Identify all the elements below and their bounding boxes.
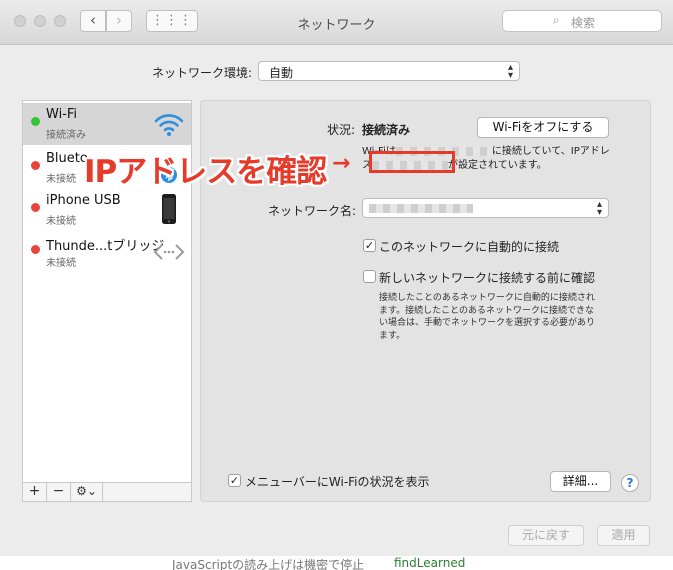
ask-join-checkbox[interactable]: [363, 270, 376, 283]
updown-chevron-icon: ▴ ▾: [596, 199, 602, 218]
apply-button-label: 適用: [611, 528, 636, 542]
service-status: 未接続: [46, 216, 76, 227]
wifi-off-button-label: Wi-Fiをオフにする: [492, 120, 594, 134]
plus-icon: +: [28, 483, 41, 499]
wifi-icon: [154, 114, 184, 136]
network-preferences-window: ‹ › ⋮⋮⋮ ネットワーク ⌕ 検索 ネットワーク環境: 自動 ▴ ▾ Wi-F…: [0, 0, 673, 570]
help-line: ます。接続したことのあるネットワークに接続できな: [379, 305, 595, 316]
auto-join-checkbox[interactable]: ✓: [363, 239, 376, 252]
location-popup[interactable]: 自動 ▴ ▾: [258, 61, 520, 81]
updown-chevron-icon: ▴ ▾: [507, 62, 513, 81]
service-item-iphone-usb[interactable]: iPhone USB 未接続: [23, 189, 191, 231]
service-status: 未接続: [46, 258, 76, 269]
background-text-right: findLearned: [394, 556, 466, 570]
action-menu-button[interactable]: ⚙⌄: [71, 483, 103, 501]
status-dot: [31, 245, 40, 254]
service-name: Wi-Fi: [46, 107, 78, 122]
advanced-button[interactable]: 詳細...: [550, 471, 611, 492]
status-label: 状況:: [327, 123, 356, 137]
apply-button[interactable]: 適用: [597, 525, 650, 546]
service-name: Blueto: [46, 151, 88, 166]
magnifier-icon: ⌕: [553, 13, 560, 27]
gear-icon: ⚙⌄: [76, 484, 97, 498]
advanced-button-label: 詳細...: [562, 474, 599, 488]
desc-line2-post: が設定されています。: [448, 160, 547, 171]
annotation-highlight-box: [369, 151, 455, 173]
status-dot: [31, 161, 40, 170]
annotation-text: IPアドレスを確認: [84, 154, 327, 190]
annotation-arrow: →: [332, 151, 351, 176]
revert-button-label: 元に戻す: [521, 528, 570, 542]
title-bar: ‹ › ⋮⋮⋮ ネットワーク ⌕ 検索: [0, 0, 673, 45]
search-placeholder: 検索: [571, 16, 596, 30]
menubar-status-checkbox[interactable]: ✓: [228, 474, 241, 487]
location-value: 自動: [269, 66, 294, 80]
revert-button[interactable]: 元に戻す: [508, 525, 584, 546]
status-value: 接続済み: [362, 123, 411, 137]
help-line: 接続したことのあるネットワークに自動的に接続され: [379, 293, 595, 303]
auto-join-label: このネットワークに自動的に接続: [379, 240, 560, 254]
add-service-button[interactable]: +: [23, 483, 47, 501]
thunderbolt-bridge-icon: [153, 244, 185, 260]
network-name-label: ネットワーク名:: [268, 204, 357, 218]
status-dot: [31, 203, 40, 212]
search-field[interactable]: ⌕ 検索: [502, 10, 662, 32]
question-mark-icon: ?: [626, 476, 634, 490]
service-item-wifi[interactable]: Wi-Fi 接続済み: [23, 103, 191, 145]
minus-icon: −: [52, 483, 65, 499]
service-status: 接続済み: [46, 130, 86, 141]
wifi-off-button[interactable]: Wi-Fiをオフにする: [477, 117, 609, 138]
background-text-left: JavaScriptの読み上げは機密で停止: [172, 558, 365, 570]
network-name-popup[interactable]: ▴ ▾: [362, 198, 609, 218]
ask-join-label: 新しいネットワークに接続する前に確認: [379, 271, 596, 285]
service-list-toolbar: + − ⚙⌄: [22, 483, 192, 502]
help-button[interactable]: ?: [621, 474, 639, 492]
ask-join-help-text: 接続したことのあるネットワークに自動的に接続され ます。接続したことのあるネット…: [379, 292, 595, 342]
iphone-icon: [162, 194, 176, 224]
location-label: ネットワーク環境:: [152, 66, 253, 80]
redacted-ssid: [369, 204, 473, 213]
help-line: ます。: [379, 330, 406, 341]
help-line: い場合は、手動でネットワークを選択する必要があり: [379, 318, 596, 328]
menubar-status-label: メニューバーにWi-Fiの状況を表示: [245, 475, 430, 489]
service-status: 未接続: [46, 174, 76, 185]
service-item-thunderbolt-bridge[interactable]: Thunde...tブリッジ 未接続: [23, 231, 191, 273]
remove-service-button[interactable]: −: [47, 483, 71, 501]
service-name: iPhone USB: [46, 193, 121, 208]
service-name: Thunde...tブリッジ: [46, 239, 165, 254]
status-dot: [31, 117, 40, 126]
